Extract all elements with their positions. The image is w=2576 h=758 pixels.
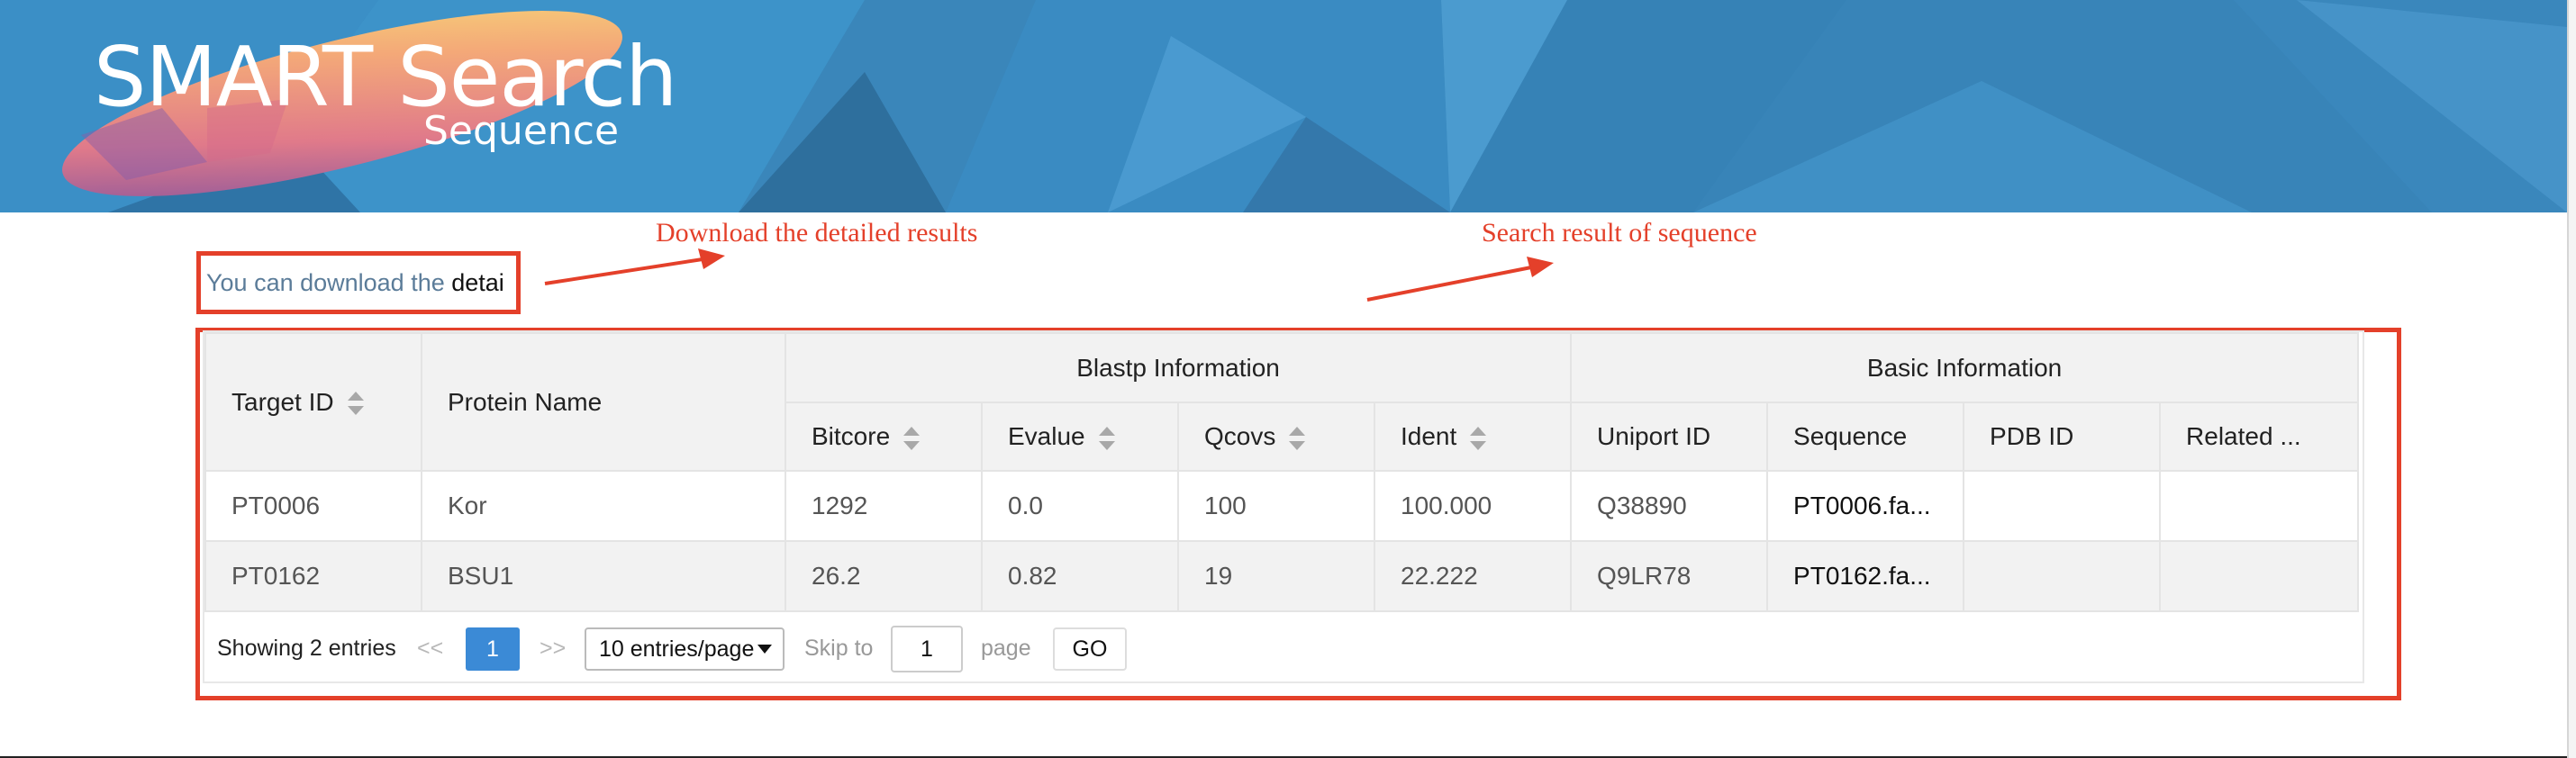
table-row: PT0006 Kor 1292 0.0 100 100.000 Q38890 P… xyxy=(204,470,2360,542)
skip-page-input[interactable] xyxy=(891,626,963,672)
cell-pdb-id xyxy=(1963,470,2162,542)
cell-protein-name: BSU1 xyxy=(421,540,786,612)
cell-protein-name: Kor xyxy=(421,470,786,542)
column-header-evalue[interactable]: Evalue xyxy=(981,402,1179,472)
cell-ident: 22.222 xyxy=(1373,540,1573,612)
results-table-container: Target ID Protein Name Blastp Informatio… xyxy=(203,330,2364,683)
column-header-sequence: Sequence xyxy=(1766,402,1965,472)
column-header-bitcore[interactable]: Bitcore xyxy=(785,402,983,472)
cell-evalue: 0.82 xyxy=(981,540,1179,612)
column-label: Evalue xyxy=(1008,422,1085,450)
cell-uniport-id: Q9LR78 xyxy=(1570,540,1769,612)
download-arrow-line xyxy=(544,257,703,285)
cell-target-id: PT0162 xyxy=(204,540,422,612)
sort-icon[interactable] xyxy=(1098,426,1116,450)
download-arrow-head-icon xyxy=(698,248,725,269)
column-header-protein-name: Protein Name xyxy=(421,332,786,472)
cell-related xyxy=(2159,470,2360,542)
page-label: page xyxy=(981,636,1031,661)
column-header-related: Related ... xyxy=(2159,402,2360,472)
cell-evalue: 0.0 xyxy=(981,470,1179,542)
results-table: Target ID Protein Name Blastp Informatio… xyxy=(204,332,2360,612)
page-size-select[interactable]: 10 entries/page xyxy=(585,627,785,671)
cell-related xyxy=(2159,540,2360,612)
column-label: Ident xyxy=(1401,422,1457,450)
table-row: PT0162 BSU1 26.2 0.82 19 22.222 Q9LR78 P… xyxy=(204,540,2360,612)
column-header-target-id[interactable]: Target ID xyxy=(204,332,422,472)
cell-sequence-link[interactable]: PT0162.fa... xyxy=(1766,540,1965,612)
entries-count: Showing 2 entries xyxy=(217,636,396,661)
skip-to-label: Skip to xyxy=(804,636,874,661)
pagination-bar: Showing 2 entries << 1 >> 10 entries/pag… xyxy=(204,613,2363,683)
sort-icon[interactable] xyxy=(347,392,365,416)
prev-page-button[interactable]: << xyxy=(417,613,443,683)
cell-qcovs: 100 xyxy=(1177,470,1375,542)
cell-qcovs: 19 xyxy=(1177,540,1375,612)
cell-sequence-link[interactable]: PT0006.fa... xyxy=(1766,470,1965,542)
cell-ident: 100.000 xyxy=(1373,470,1573,542)
column-label: Target ID xyxy=(231,387,334,416)
cell-pdb-id xyxy=(1963,540,2162,612)
column-group-blastp: Blastp Information xyxy=(784,332,1573,403)
sort-icon[interactable] xyxy=(1469,426,1487,450)
cell-target-id: PT0006 xyxy=(204,470,422,542)
cell-bitcore: 1292 xyxy=(785,470,983,542)
sort-icon[interactable] xyxy=(903,426,921,450)
column-header-qcovs[interactable]: Qcovs xyxy=(1177,402,1375,472)
result-arrow-line xyxy=(1366,266,1532,302)
go-button[interactable]: GO xyxy=(1053,627,1127,671)
column-label: Qcovs xyxy=(1204,422,1276,450)
column-header-ident[interactable]: Ident xyxy=(1373,402,1573,472)
cell-bitcore: 26.2 xyxy=(785,540,983,612)
column-header-uniport-id: Uniport ID xyxy=(1570,402,1769,472)
cell-uniport-id: Q38890 xyxy=(1570,470,1769,542)
sort-icon[interactable] xyxy=(1288,426,1306,450)
page-size-value: 10 entries/page xyxy=(599,636,755,662)
next-page-button[interactable]: >> xyxy=(540,613,566,683)
column-header-pdb-id: PDB ID xyxy=(1963,402,2162,472)
column-group-basic: Basic Information xyxy=(1570,332,2360,403)
window-scroll-edge xyxy=(2567,0,2576,758)
result-arrow-head-icon xyxy=(1527,257,1554,277)
column-label: Bitcore xyxy=(812,422,891,450)
chevron-down-icon xyxy=(757,645,772,654)
page-1-button[interactable]: 1 xyxy=(466,627,520,671)
